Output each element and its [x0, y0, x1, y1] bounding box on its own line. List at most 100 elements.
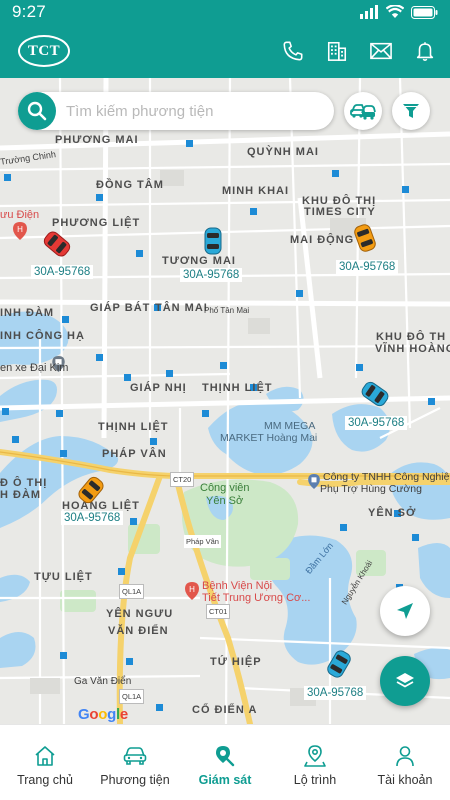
user-icon [396, 746, 414, 767]
nav-label: Phương tiện [100, 773, 170, 787]
map-view[interactable]: PHƯƠNG MAI QUỲNH MAI ĐỒNG TÂM MINH KHAI … [0, 78, 450, 724]
poi-cong-ty-line2: Phụ Trợ Hùng Cường [320, 483, 422, 495]
vehicle-plate-label[interactable]: 30A-95768 [336, 260, 399, 274]
vehicle-marker-car-icon[interactable] [204, 227, 222, 255]
svg-text:H: H [17, 225, 23, 234]
map-label-phuong-mai: PHƯƠNG MAI [55, 134, 139, 146]
status-time: 9:27 [12, 2, 46, 21]
nav-item-route[interactable]: Lộ trình [270, 725, 360, 800]
map-label-quynh-mai: QUỲNH MAI [247, 146, 319, 158]
nav-item-home[interactable]: Trang chủ [0, 725, 90, 800]
google-letter: o [89, 706, 99, 723]
vehicle-list-button[interactable] [344, 92, 382, 130]
route-pin-icon [304, 745, 326, 767]
my-location-button[interactable] [380, 586, 430, 636]
map-label-phap-van: PHÁP VÂN [102, 448, 167, 460]
layers-icon [396, 673, 414, 688]
map-label-mai-dong: MAI ĐỘNG [290, 234, 355, 246]
poi-buu-dien: ưu Điện [0, 209, 40, 221]
vehicle-plate-label[interactable]: 30A-95768 [345, 416, 408, 430]
poi-mm-mega-line2: MARKET Hoàng Mai [220, 432, 318, 444]
map-label-thinh-liet: THỊNH LIỆT [98, 421, 169, 433]
signal-icon [360, 5, 378, 19]
map-label-yen-so: YÊN SỞ [368, 507, 417, 519]
road-shield-ct01: CT01 [206, 604, 231, 619]
search-button[interactable] [18, 92, 56, 130]
poi-cong-vien-line1: Công viên [200, 482, 250, 494]
nav-item-vehicles[interactable]: Phương tiện [90, 725, 180, 800]
company-pin-icon [308, 474, 320, 489]
vehicle-plate-label[interactable]: 30A-95768 [304, 686, 367, 700]
google-letter: o [98, 706, 108, 723]
nav-label: Lộ trình [293, 773, 337, 787]
map-search-icon [216, 746, 235, 767]
road-shield-ql1a: QL1A [119, 689, 145, 704]
nav-icon-wrapper [123, 745, 147, 767]
message-button[interactable] [370, 40, 392, 62]
company-logo: TCT [18, 35, 70, 67]
vehicle-plate-label[interactable]: 30A-95768 [61, 511, 124, 525]
poi-ben-xe-dai-kim: en xe Đại Kim [0, 362, 69, 374]
google-letter: G [78, 706, 90, 723]
wifi-icon [386, 5, 404, 18]
app-header: TCT [0, 24, 450, 78]
company-button[interactable] [326, 40, 348, 62]
google-logo: Google [78, 706, 128, 723]
mail-icon [370, 42, 392, 60]
nav-item-account[interactable]: Tài khoản [360, 725, 450, 800]
map-label-phuong-liet: PHƯƠNG LIỆT [52, 217, 141, 229]
map-layers-button[interactable] [380, 656, 430, 706]
map-label-tuu-liet: TỰU LIỆT [34, 571, 93, 583]
map-label-kdt-vinh-hoang-line2: VĨNH HOÀNG [375, 343, 450, 355]
google-letter: e [119, 706, 128, 723]
vehicle-plate-label[interactable]: 30A-95768 [180, 268, 243, 282]
map-label-yen-nguu: YÊN NGƯU [106, 608, 174, 620]
poi-ga-van-dien: Ga Văn Điển [74, 676, 132, 687]
poi-cong-vien-line2: Yên Sở [206, 495, 244, 507]
filter-icon [403, 104, 419, 118]
filter-button[interactable] [392, 92, 430, 130]
battery-icon [411, 5, 438, 19]
map-label-kdt-times-city-line2: TIMES CITY [304, 206, 376, 218]
hospital-pin-icon: H [185, 582, 199, 600]
map-label-do-thi-line1: Đ Ô THỊ [0, 477, 48, 489]
map-label-tan-mai: TÂN MAI [155, 302, 208, 314]
road-shield-ql1a: QL1A [119, 584, 145, 599]
map-label-thinh-liet-north: THỊNH LIỆT [202, 382, 273, 394]
call-button[interactable] [282, 40, 304, 62]
map-label-minh-khai: MINH KHAI [222, 185, 290, 197]
monitoring-screen: 9:27 TCT PHƯƠNG MAI QUỲNH MAI ĐỒNG TÂM M… [0, 0, 450, 800]
home-icon [35, 746, 55, 766]
road-shield-ct20: CT20 [170, 472, 195, 487]
nav-icon-wrapper [394, 745, 416, 767]
map-label-do-thi-line2: H ĐÀM [0, 489, 42, 501]
nav-label: Giám sát [198, 773, 252, 787]
car-icon [123, 747, 147, 765]
nav-label: Tài khoản [377, 773, 433, 787]
vehicle-plate-label[interactable]: 30A-95768 [31, 265, 94, 279]
phone-icon [283, 41, 303, 61]
vehicle-search-input[interactable] [66, 96, 334, 126]
building-icon [327, 41, 347, 61]
cars-icon [350, 104, 376, 120]
navigation-arrow-icon [397, 603, 413, 619]
notification-button[interactable] [414, 40, 436, 62]
poi-phap-van-road: Pháp Vân [184, 535, 221, 548]
map-label-kdt-vinh-hoang-line1: KHU ĐÔ TH [376, 331, 447, 343]
svg-text:H: H [189, 585, 195, 594]
nav-icon-wrapper [304, 745, 326, 767]
nav-icon-wrapper [214, 745, 236, 767]
map-label-linh-dam: INH ĐÀM [0, 307, 55, 319]
nav-item-monitoring[interactable]: Giám sát [180, 725, 270, 800]
bell-icon [416, 42, 434, 61]
google-letter: g [107, 706, 116, 723]
poi-pho-tan-mai: Phố Tân Mai [204, 306, 250, 315]
map-label-cong-ha: INH CÔNG HẠ [0, 330, 85, 342]
map-label-tuong-mai: TƯƠNG MAI [162, 255, 236, 267]
map-label-van-dien: VĂN ĐIỂN [108, 625, 169, 637]
bottom-navigation: Trang chủ Phương tiện Giám sát Lộ trình … [0, 724, 450, 800]
search-icon [27, 101, 47, 121]
vehicle-search-bar [18, 92, 334, 130]
status-bar: 9:27 [0, 0, 450, 24]
map-label-giap-bat: GIÁP BÁT [90, 302, 151, 314]
